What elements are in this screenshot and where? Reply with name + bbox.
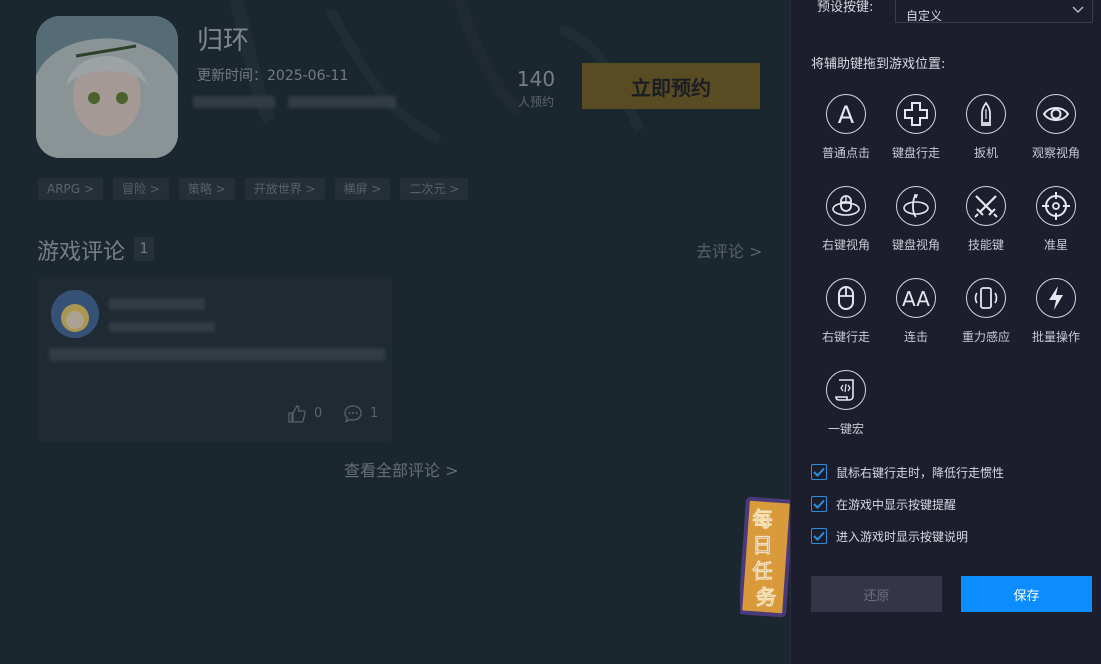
dpad-icon: [896, 94, 936, 134]
like-count: 0: [314, 406, 323, 421]
chevron-down-icon: [1072, 6, 1084, 13]
thumbs-up-icon[interactable]: [287, 404, 307, 428]
redacted-info: [193, 96, 275, 108]
reserve-button[interactable]: 立即预约: [582, 63, 760, 109]
key-normal-click[interactable]: A 普通点击: [811, 94, 881, 174]
daily-task-char-4: 务: [756, 585, 777, 609]
checkbox-label: 进入游戏时显示按键说明: [836, 529, 969, 544]
redacted-username: [109, 298, 205, 310]
reviews-title: 游戏评论: [37, 240, 126, 265]
restore-button[interactable]: 还原: [811, 576, 942, 612]
check-icon: [813, 531, 825, 541]
update-time: 更新时间：2025-06-11: [197, 65, 348, 85]
game-title: 归环: [197, 26, 250, 56]
key-right-click-view[interactable]: 右键视角: [811, 186, 881, 266]
preset-label: 预设按键:: [817, 0, 874, 15]
tag-item[interactable]: 冒险 >: [112, 178, 169, 200]
checkbox-reduce-inertia[interactable]: 鼠标右键行走时，降低行走惯性: [811, 463, 1004, 481]
checkbox[interactable]: [811, 464, 827, 480]
keyboard-orbit-icon: [896, 186, 936, 226]
key-observe-view[interactable]: 观察视角: [1021, 94, 1091, 174]
daily-task-char-2: 日: [753, 533, 773, 557]
tag-item[interactable]: ARPG >: [38, 178, 103, 200]
redacted-info: [288, 96, 396, 108]
comment-count: 1: [370, 406, 379, 421]
review-card: 0 1: [37, 276, 392, 442]
reviews-count-badge: 1: [134, 237, 154, 261]
eye-icon: [1036, 94, 1076, 134]
checkbox[interactable]: [811, 496, 827, 512]
crosshair-icon: [1036, 186, 1076, 226]
preset-value: 自定义: [906, 9, 943, 23]
lightning-icon: [1036, 278, 1076, 318]
reserve-count: 140: [516, 67, 556, 91]
key-trigger[interactable]: 扳机: [951, 94, 1021, 174]
phone-rotate-icon: [966, 278, 1006, 318]
key-skill[interactable]: 技能键: [951, 186, 1021, 266]
letter-a-icon: A: [826, 94, 866, 134]
update-label: 更新时间：: [197, 68, 267, 84]
reserve-label: 人预约: [517, 95, 554, 109]
checkbox[interactable]: [811, 528, 827, 544]
key-label: 观察视角: [1031, 146, 1080, 160]
tag-item[interactable]: 策略 >: [178, 178, 235, 200]
tag-list: ARPG > 冒险 > 策略 > 开放世界 > 横屏 > 二次元 >: [38, 178, 469, 200]
key-label: 一键宏: [827, 422, 864, 436]
go-review-link[interactable]: 去评论 >: [696, 238, 763, 262]
view-all-reviews-link[interactable]: 查看全部评论 >: [344, 457, 459, 481]
daily-task-badge[interactable]: 每 日 任 务: [740, 496, 790, 618]
checkbox-show-key-guide[interactable]: 进入游戏时显示按键说明: [811, 527, 968, 545]
comment-icon[interactable]: [343, 404, 363, 428]
crossed-swords-icon: [966, 186, 1006, 226]
key-batch-operation[interactable]: 批量操作: [1021, 278, 1091, 358]
key-label: 批量操作: [1031, 330, 1080, 344]
avatar[interactable]: [51, 290, 99, 338]
daily-task-char-1: 每: [753, 507, 773, 531]
game-detail-page: 归环 更新时间：2025-06-11 140 人预约 立即预约 ARPG > 冒…: [0, 0, 790, 664]
tag-item[interactable]: 开放世界 >: [244, 178, 325, 200]
key-gravity-sensor[interactable]: 重力感应: [951, 278, 1021, 358]
update-date: 2025-06-11: [267, 68, 349, 84]
redacted-meta: [109, 322, 215, 332]
svg-text:A: A: [838, 101, 855, 128]
double-a-icon: AA: [896, 278, 936, 318]
key-crosshair[interactable]: 准星: [1021, 186, 1091, 266]
key-keyboard-view[interactable]: 键盘视角: [881, 186, 951, 266]
preset-select[interactable]: 自定义: [895, 0, 1093, 23]
key-label: 准星: [1043, 238, 1068, 252]
key-macro[interactable]: 一键宏: [811, 370, 881, 450]
key-combo[interactable]: AA 连击: [881, 278, 951, 358]
redacted-comment: [49, 348, 385, 361]
daily-task-char-3: 任: [752, 559, 773, 583]
checkbox-label: 鼠标右键行走时，降低行走惯性: [836, 465, 1005, 480]
check-icon: [813, 467, 825, 477]
svg-text:AA: AA: [902, 287, 930, 311]
checkbox-show-key-hints[interactable]: 在游戏中显示按键提醒: [811, 495, 956, 513]
check-icon: [813, 499, 825, 509]
bullet-icon: [966, 94, 1006, 134]
mouse-orbit-icon: [826, 186, 866, 226]
key-keyboard-walk[interactable]: 键盘行走: [881, 94, 951, 174]
tag-item[interactable]: 二次元 >: [400, 178, 469, 200]
key-mapping-panel: 预设按键: 自定义 将辅助键拖到游戏位置: A 普通点击 键盘行走 扳机 观察视…: [790, 0, 1101, 664]
save-button[interactable]: 保存: [961, 576, 1092, 612]
key-right-click-walk[interactable]: 右键行走: [811, 278, 881, 358]
drag-hint: 将辅助键拖到游戏位置:: [811, 57, 946, 72]
checkbox-label: 在游戏中显示按键提醒: [836, 497, 957, 512]
tag-item[interactable]: 横屏 >: [334, 178, 391, 200]
game-icon-image: [36, 16, 178, 158]
script-icon: [826, 370, 866, 410]
mouse-icon: [826, 278, 866, 318]
